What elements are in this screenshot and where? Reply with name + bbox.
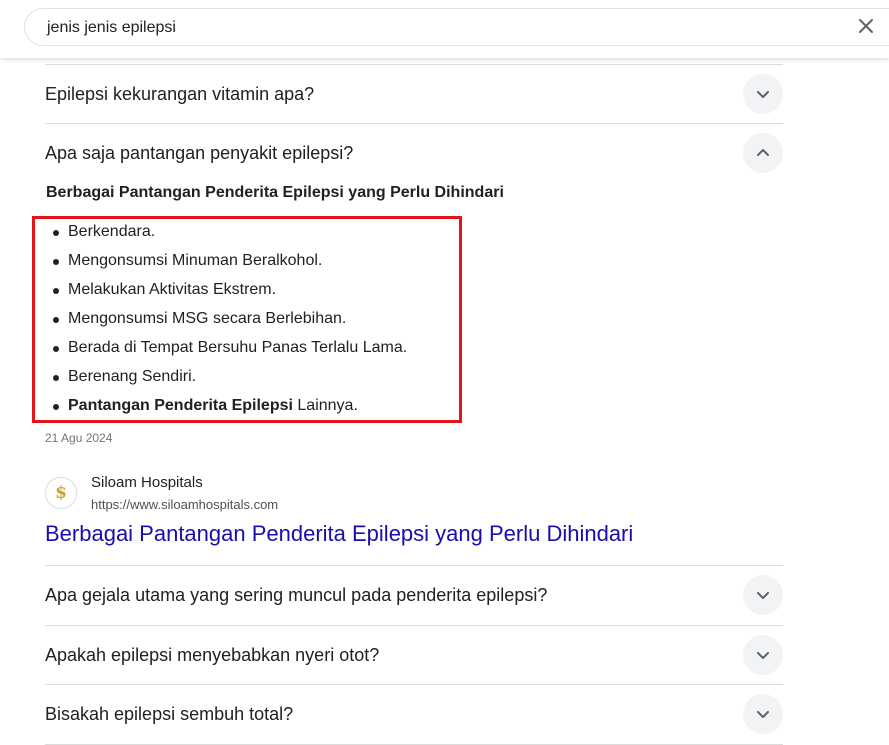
list-item: Mengonsumsi Minuman Beralkohol. <box>52 251 407 280</box>
source-name[interactable]: Siloam Hospitals <box>91 474 203 491</box>
chevron-down-icon <box>757 91 769 98</box>
answer-date: 21 Agu 2024 <box>45 431 113 445</box>
faq-item[interactable]: Epilepsi kekurangan vitamin apa? <box>45 64 783 124</box>
clear-search-button[interactable] <box>854 14 878 38</box>
result-title-link[interactable]: Berbagai Pantangan Penderita Epilepsi ya… <box>45 521 633 547</box>
chevron-down-icon <box>757 592 769 599</box>
list-item: Berenang Sendiri. <box>52 367 407 396</box>
expand-button[interactable] <box>743 575 783 615</box>
list-item: Berkendara. <box>52 222 407 251</box>
faq-item-expanded[interactable]: Apa saja pantangan penyakit epilepsi? <box>45 123 783 183</box>
list-item: Melakukan Aktivitas Ekstrem. <box>52 280 407 309</box>
list-item-bold: Pantangan Penderita Epilepsi <box>68 397 293 414</box>
answer-list: Berkendara. Mengonsumsi Minuman Beralkoh… <box>52 222 407 425</box>
list-item: Mengonsumsi MSG secara Berlebihan. <box>52 309 407 338</box>
faq-question[interactable]: Apa saja pantangan penyakit epilepsi? <box>45 124 353 182</box>
chevron-down-icon <box>757 652 769 659</box>
faq-question[interactable]: Apa gejala utama yang sering muncul pada… <box>45 566 547 624</box>
siloam-logo-icon[interactable]: $ <box>45 477 77 509</box>
list-item: Berada di Tempat Bersuhu Panas Terlalu L… <box>52 338 407 367</box>
faq-item[interactable]: Apa gejala utama yang sering muncul pada… <box>45 565 783 625</box>
chevron-down-icon <box>757 711 769 718</box>
answer-heading: Berbagai Pantangan Penderita Epilepsi ya… <box>46 184 504 201</box>
faq-item[interactable]: Apakah epilepsi menyebabkan nyeri otot? <box>45 625 783 685</box>
expand-button[interactable] <box>743 635 783 675</box>
search-input[interactable]: jenis jenis epilepsi <box>47 9 176 47</box>
search-bar: jenis jenis epilepsi <box>0 0 889 58</box>
faq-question[interactable]: Bisakah epilepsi sembuh total? <box>45 685 293 743</box>
list-item: Pantangan Penderita Epilepsi Lainnya. <box>52 396 407 425</box>
faq-item[interactable]: Bisakah epilepsi sembuh total? <box>45 684 783 744</box>
faq-question[interactable]: Apakah epilepsi menyebabkan nyeri otot? <box>45 626 379 684</box>
close-icon <box>859 19 873 33</box>
chevron-up-icon <box>757 149 769 156</box>
source-url[interactable]: https://www.siloamhospitals.com <box>91 497 278 512</box>
list-item-rest: Lainnya. <box>292 397 358 414</box>
expand-button[interactable] <box>743 694 783 734</box>
search-box[interactable]: jenis jenis epilepsi <box>24 8 889 46</box>
collapse-button[interactable] <box>743 133 783 173</box>
faq-question[interactable]: Epilepsi kekurangan vitamin apa? <box>45 65 314 123</box>
expand-button[interactable] <box>743 74 783 114</box>
